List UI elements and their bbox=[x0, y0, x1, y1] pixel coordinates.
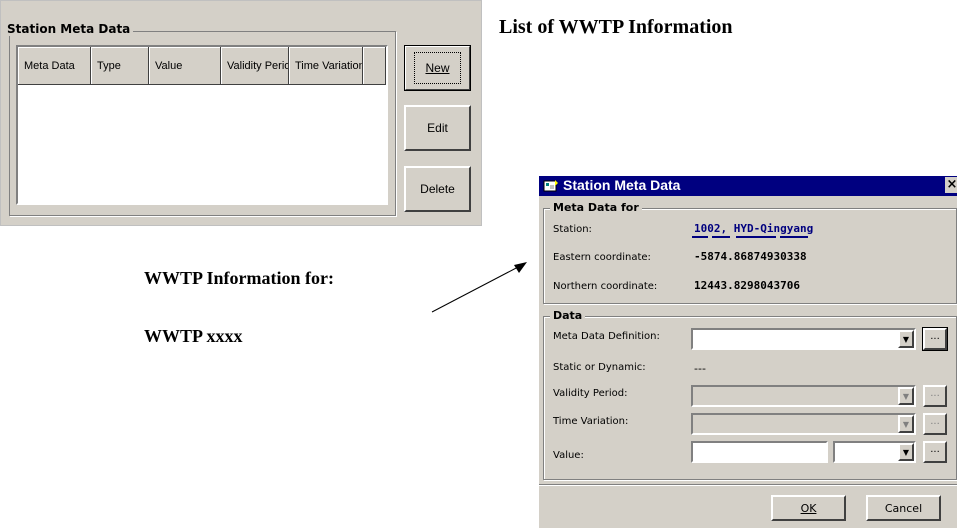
footer-separator bbox=[539, 484, 957, 486]
northern-coordinate-label: Northern coordinate: bbox=[553, 281, 658, 292]
chevron-down-icon[interactable]: ▼ bbox=[898, 387, 914, 405]
validity-period-browse-button[interactable]: ... bbox=[923, 385, 947, 407]
truncated-station-text bbox=[692, 236, 808, 238]
meta-data-definition-dropdown[interactable]: ▼ bbox=[691, 328, 916, 350]
station-value: 1002, HYD-Qingyang bbox=[694, 222, 814, 235]
time-variation-label: Time Variation: bbox=[553, 416, 629, 427]
meta-data-definition-browse-button[interactable]: ... bbox=[922, 327, 948, 351]
meta-data-definition-label: Meta Data Definition: bbox=[553, 331, 660, 342]
meta-data-for-title: Meta Data for bbox=[550, 201, 642, 214]
value-browse-button[interactable]: ... bbox=[923, 441, 947, 463]
ok-button[interactable]: OK bbox=[771, 495, 846, 521]
validity-period-label: Validity Period: bbox=[553, 388, 628, 399]
value-label: Value: bbox=[553, 450, 584, 461]
chevron-down-icon[interactable]: ▼ bbox=[898, 415, 914, 433]
static-or-dynamic-value: --- bbox=[694, 362, 706, 375]
close-icon[interactable]: × bbox=[945, 177, 957, 193]
cancel-button[interactable]: Cancel bbox=[866, 495, 941, 521]
eastern-coordinate-label: Eastern coordinate: bbox=[553, 252, 651, 263]
value-input[interactable] bbox=[691, 441, 828, 463]
data-group-title: Data bbox=[550, 309, 586, 322]
station-label: Station: bbox=[553, 224, 592, 235]
cancel-button-label: Cancel bbox=[884, 501, 923, 515]
chevron-down-icon[interactable]: ▼ bbox=[898, 330, 914, 348]
time-variation-browse-button[interactable]: ... bbox=[923, 413, 947, 435]
northern-coordinate-value: 12443.8298043706 bbox=[694, 279, 800, 292]
station-meta-data-dialog: Station Meta Data × Meta Data for Statio… bbox=[538, 176, 957, 528]
dialog-title: Station Meta Data bbox=[563, 177, 681, 193]
time-variation-dropdown[interactable]: ▼ bbox=[691, 413, 916, 435]
ok-button-label: OK bbox=[800, 501, 817, 515]
static-or-dynamic-label: Static or Dynamic: bbox=[553, 362, 646, 373]
value-unit-dropdown[interactable]: ▼ bbox=[833, 441, 916, 463]
eastern-coordinate-value: -5874.86874930338 bbox=[694, 250, 807, 263]
validity-period-dropdown[interactable]: ▼ bbox=[691, 385, 916, 407]
chevron-down-icon[interactable]: ▼ bbox=[898, 443, 914, 461]
app-icon bbox=[543, 180, 558, 192]
dialog-titlebar[interactable]: Station Meta Data × bbox=[539, 176, 957, 196]
